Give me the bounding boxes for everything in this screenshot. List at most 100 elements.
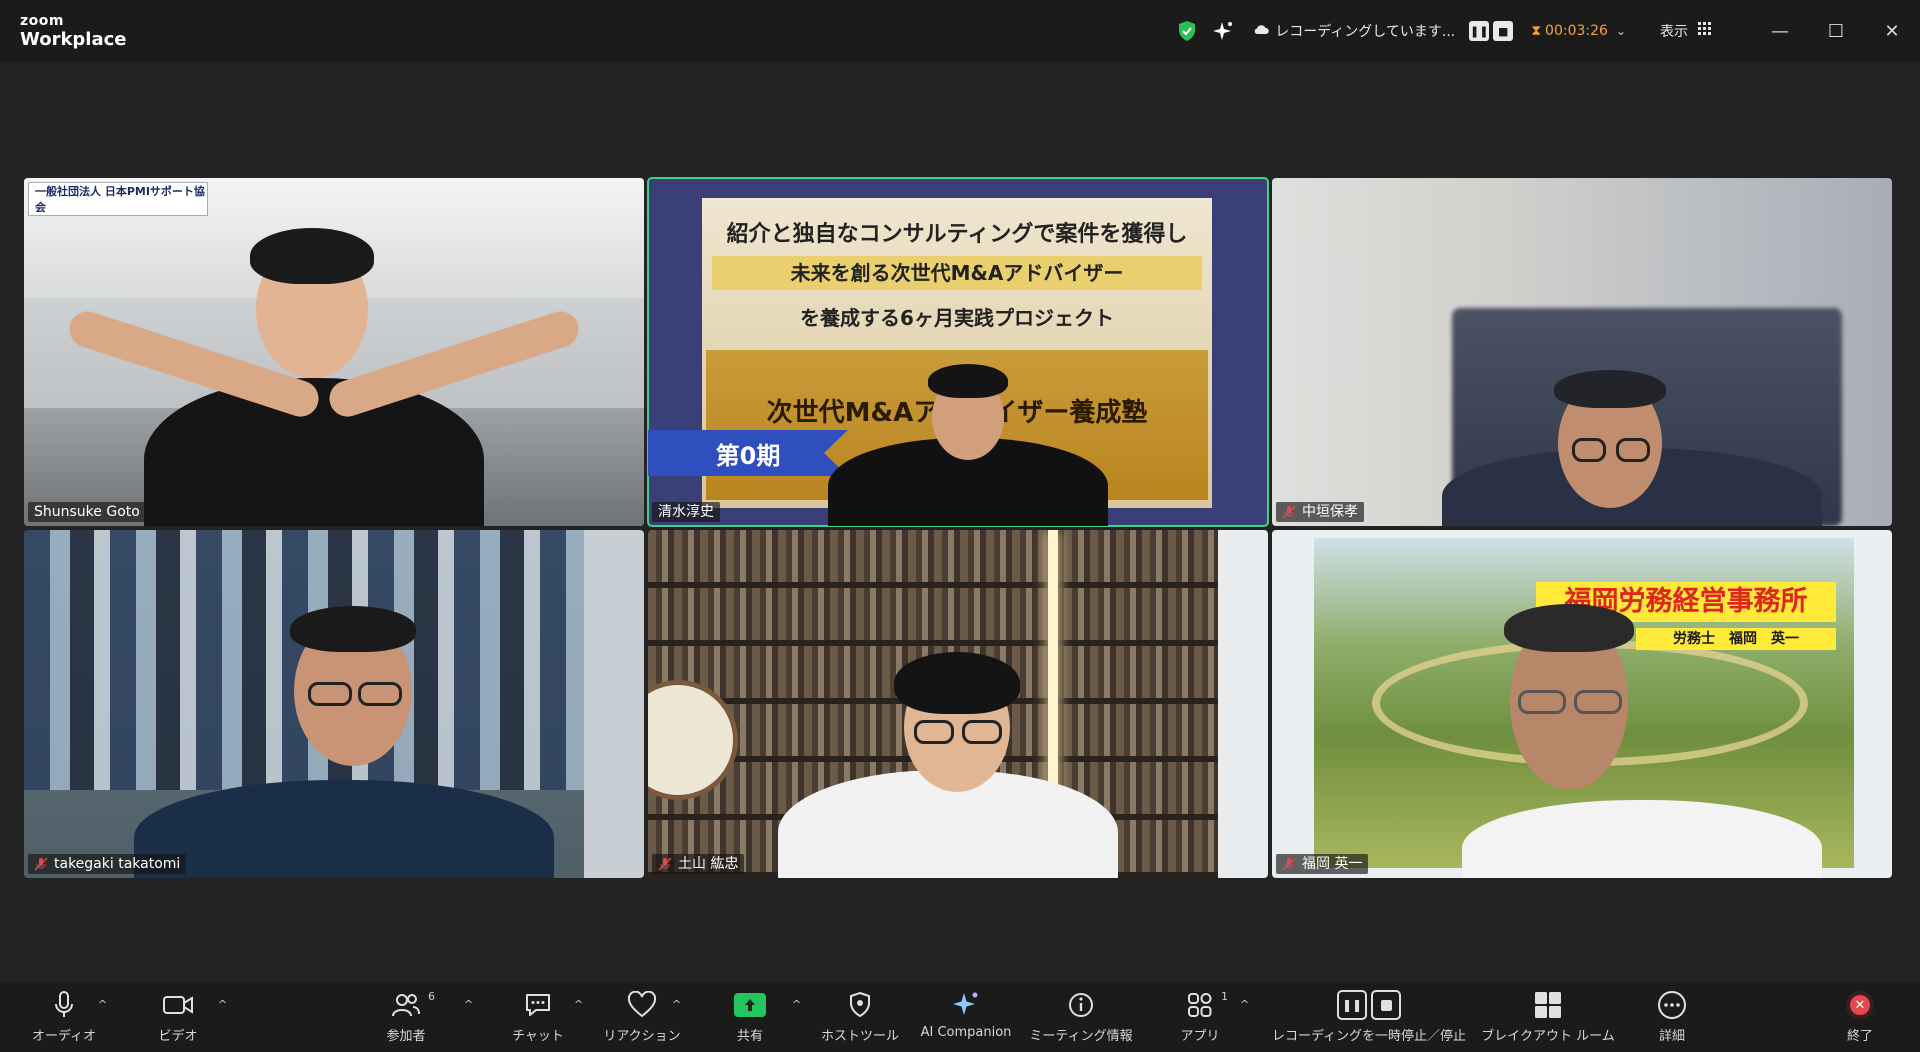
chevron-down-icon: ⌄ <box>1615 24 1626 38</box>
apps-options-chevron-icon[interactable]: ^ <box>1240 998 1249 1011</box>
participant-name: Shunsuke Goto <box>34 504 140 520</box>
hourglass-icon: ⧗ <box>1531 23 1542 39</box>
participant-name: 清水淳史 <box>658 504 714 520</box>
participant-video <box>1272 178 1892 526</box>
audio-label: オーディオ <box>31 1029 97 1044</box>
pause-icon: ❚❚ <box>1337 990 1367 1020</box>
video-button[interactable]: ビデオ <box>148 988 208 1044</box>
app-logo: zoom Workplace <box>20 14 127 49</box>
audio-options-chevron-icon[interactable]: ^ <box>98 998 107 1011</box>
end-label: 終了 <box>1846 1029 1873 1044</box>
heart-icon <box>627 991 657 1018</box>
meeting-toolbar: オーディオ ^ ビデオ ^ 6 参加者 ^ チャット ^ リアクション ^ 共有… <box>0 982 1920 1052</box>
participant-name-tag: 福岡 英一 <box>1276 854 1369 874</box>
participant-video <box>1272 530 1892 878</box>
video-tile-6[interactable]: 福岡労務経営事務所 労務士 福岡 英一 福岡 英一 <box>1272 530 1892 878</box>
chat-options-chevron-icon[interactable]: ^ <box>574 998 583 1011</box>
participant-video <box>24 530 644 878</box>
end-meeting-button[interactable]: ✕ 終了 <box>1830 988 1890 1044</box>
minimize-icon[interactable]: — <box>1752 0 1808 62</box>
participants-options-chevron-icon[interactable]: ^ <box>464 998 473 1011</box>
recording-control-button[interactable]: ❚❚ レコーディングを一時停止／停止 <box>1268 988 1470 1044</box>
video-tile-3[interactable]: 中垣保孝 <box>1272 178 1892 526</box>
video-tile-2[interactable]: 紹介と独自なコンサルティングで案件を獲得し 未来を創る次世代M&Aアドバイザー … <box>647 177 1269 527</box>
pause-recording-icon[interactable]: ❚❚ <box>1469 21 1490 41</box>
apps-label: アプリ <box>1180 1029 1220 1044</box>
timer-text: 00:03:26 <box>1545 23 1608 39</box>
host-tools-button[interactable]: ホストツール <box>818 988 902 1044</box>
sparkle-icon[interactable] <box>1211 19 1235 43</box>
participants-label: 参加者 <box>386 1029 426 1044</box>
video-camera-icon <box>163 996 193 1014</box>
share-label: 共有 <box>736 1029 763 1044</box>
meeting-timer[interactable]: ⧗ 00:03:26 ⌄ <box>1531 23 1626 39</box>
microphone-muted-icon <box>658 857 672 871</box>
apps-count: 1 <box>1221 990 1228 1003</box>
share-button[interactable]: 共有 <box>720 988 780 1044</box>
video-tile-1[interactable]: 一般社団法人 日本PMIサポート協会 Shunsuke Goto <box>24 178 644 526</box>
participant-name-tag: Shunsuke Goto <box>28 502 146 522</box>
video-label: ビデオ <box>158 1029 198 1044</box>
microphone-muted-icon <box>1282 857 1296 871</box>
logo-zoom: zoom <box>20 13 64 29</box>
participant-video <box>24 178 644 526</box>
stop-recording-icon[interactable]: ■ <box>1493 21 1514 41</box>
apps-button[interactable]: 1 アプリ <box>1170 988 1230 1044</box>
participant-video <box>648 530 1268 878</box>
participant-name-tag: takegaki takatomi <box>28 854 187 874</box>
microphone-icon <box>55 991 73 1017</box>
ai-companion-label: AI Companion <box>920 1025 1012 1040</box>
reactions-button[interactable]: リアクション <box>603 988 681 1044</box>
participant-name-tag: 土山 紘忠 <box>652 854 745 874</box>
cloud-icon <box>1253 23 1270 39</box>
recording-status-text: レコーディングしています... <box>1275 24 1456 40</box>
more-button[interactable]: 詳細 <box>1642 988 1702 1044</box>
participants-button[interactable]: 6 参加者 <box>376 988 436 1044</box>
maximize-icon[interactable]: ☐ <box>1808 0 1864 62</box>
chat-label: チャット <box>512 1029 564 1044</box>
participants-icon <box>392 994 420 1017</box>
end-icon: ✕ <box>1846 991 1874 1019</box>
video-tile-4[interactable]: takegaki takatomi <box>24 530 644 878</box>
more-icon <box>1658 991 1686 1019</box>
share-options-chevron-icon[interactable]: ^ <box>792 998 801 1011</box>
participant-name: takegaki takatomi <box>54 856 181 872</box>
breakout-rooms-icon <box>1535 992 1561 1018</box>
ai-companion-button[interactable]: AI Companion <box>916 988 1016 1040</box>
recording-status[interactable]: レコーディングしています... ❚❚ ■ <box>1253 16 1514 46</box>
participant-name: 土山 紘忠 <box>678 856 739 872</box>
shield-check-icon[interactable] <box>1175 19 1199 43</box>
participant-video <box>648 178 1268 526</box>
microphone-muted-icon <box>34 857 48 871</box>
reactions-label: リアクション <box>603 1029 681 1044</box>
participant-name-tag: 清水淳史 <box>652 502 720 522</box>
participant-name-tag: 中垣保孝 <box>1276 502 1364 522</box>
ai-sparkle-icon <box>953 992 978 1015</box>
chat-icon <box>526 994 550 1016</box>
logo-workplace: Workplace <box>20 29 127 50</box>
recording-control-label: レコーディングを一時停止／停止 <box>1271 1029 1467 1044</box>
audio-button[interactable]: オーディオ <box>32 988 96 1044</box>
share-screen-icon <box>734 993 766 1017</box>
shield-icon <box>850 991 870 1018</box>
video-options-chevron-icon[interactable]: ^ <box>218 998 227 1011</box>
stop-icon <box>1371 990 1401 1020</box>
breakout-rooms-label: ブレイクアウト ルーム <box>1481 1029 1615 1044</box>
more-label: 詳細 <box>1658 1029 1685 1044</box>
close-icon[interactable]: ✕ <box>1864 0 1920 62</box>
host-tools-label: ホストツール <box>820 1029 899 1044</box>
participant-name: 福岡 英一 <box>1302 856 1363 872</box>
chat-button[interactable]: チャット <box>508 988 568 1044</box>
meeting-info-button[interactable]: ミーティング情報 <box>1029 988 1133 1044</box>
title-bar: zoom Workplace レコーディングしています... ❚❚ ■ ⧗ 00… <box>0 0 1920 62</box>
info-icon <box>1069 993 1093 1017</box>
breakout-rooms-button[interactable]: ブレイクアウト ルーム <box>1481 988 1615 1044</box>
view-button[interactable]: 表示 <box>1660 21 1712 41</box>
meeting-info-label: ミーティング情報 <box>1029 1029 1133 1044</box>
participant-name: 中垣保孝 <box>1302 504 1358 520</box>
microphone-muted-icon <box>1282 505 1296 519</box>
apps-icon <box>1188 993 1212 1017</box>
reactions-options-chevron-icon[interactable]: ^ <box>672 998 681 1011</box>
participants-count: 6 <box>428 990 435 1003</box>
video-tile-5[interactable]: 土山 紘忠 <box>648 530 1268 878</box>
